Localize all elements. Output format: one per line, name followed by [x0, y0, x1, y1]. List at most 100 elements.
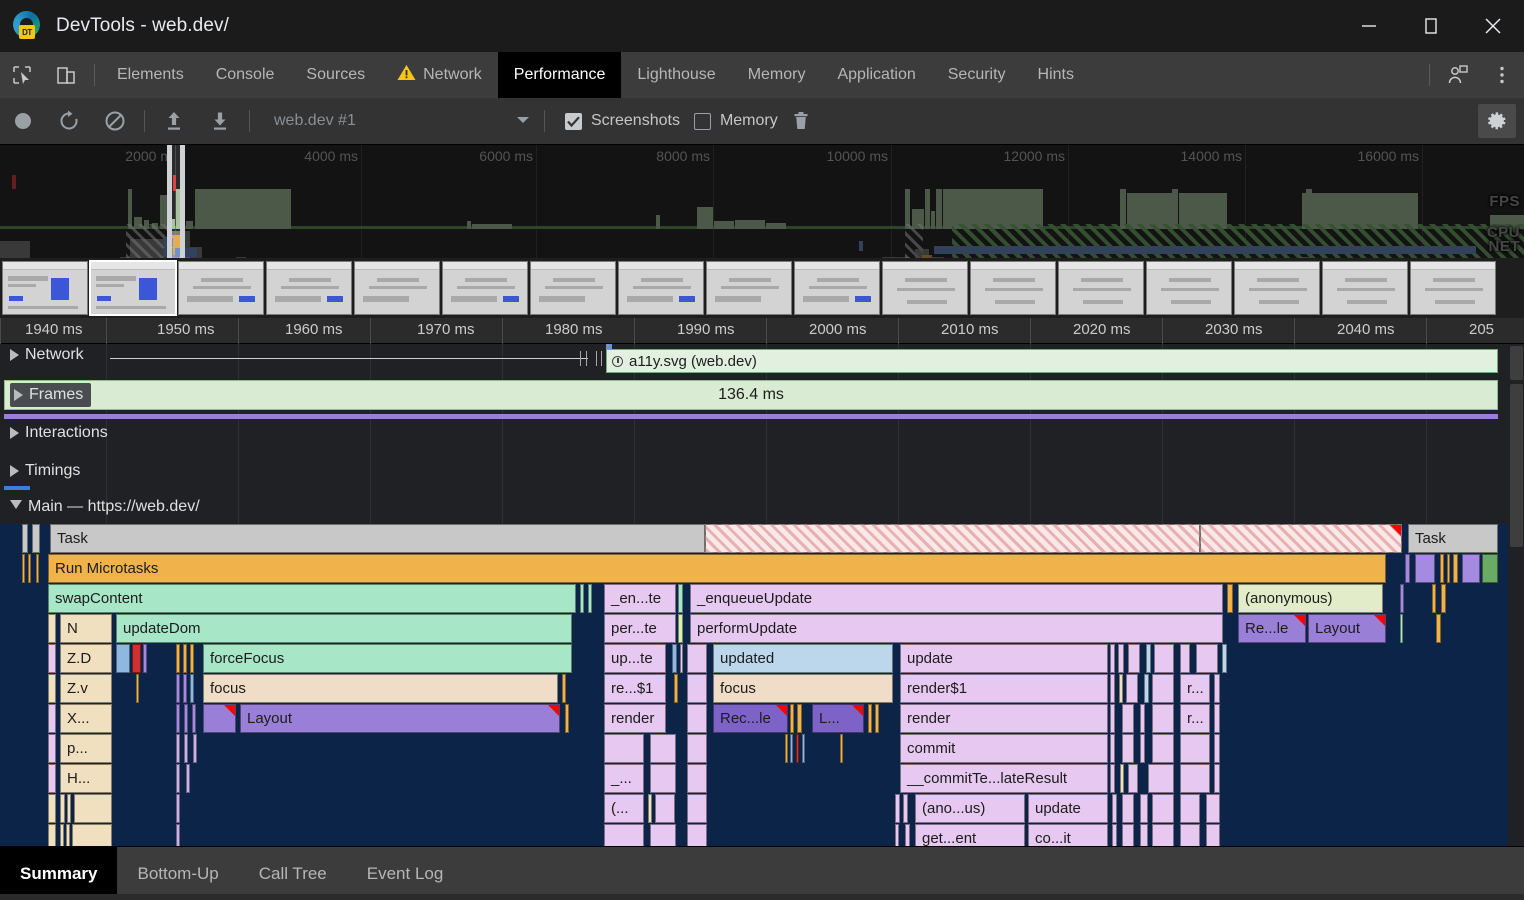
flame-bar-sliver[interactable] — [192, 704, 196, 733]
recording-select[interactable]: web.dev #1 — [266, 107, 538, 135]
flame-bar-sliver[interactable] — [48, 764, 56, 793]
flame-bar[interactable]: performUpdate — [690, 614, 1223, 643]
flame-bar-sliver[interactable] — [1214, 704, 1220, 733]
flame-bar[interactable]: _en...te — [604, 584, 676, 613]
flame-bar[interactable]: Rec...le — [713, 704, 788, 733]
flame-bar-sliver[interactable] — [1206, 794, 1220, 823]
flame-bar-sliver[interactable] — [580, 584, 584, 613]
flame-bar-sliver[interactable] — [176, 794, 180, 823]
flame-bar-sliver[interactable] — [1214, 764, 1220, 793]
flame-bar-sliver[interactable] — [785, 734, 788, 763]
flame-bar[interactable]: Task — [50, 524, 705, 553]
flame-bar-sliver[interactable] — [705, 524, 1200, 553]
flame-bar[interactable]: Z.v — [60, 674, 112, 703]
flame-bar-sliver[interactable] — [687, 764, 707, 793]
flame-bar-sliver[interactable] — [790, 704, 794, 733]
filmstrip-frame[interactable] — [266, 261, 352, 315]
flame-bar-sliver[interactable] — [36, 554, 39, 583]
flame-bar-sliver[interactable] — [648, 794, 652, 823]
flame-bar-sliver[interactable] — [680, 644, 683, 673]
tab-elements[interactable]: Elements — [101, 52, 200, 98]
flame-bar-sliver[interactable] — [1122, 794, 1134, 823]
flame-bar-sliver[interactable] — [22, 554, 25, 583]
chevron-right-icon[interactable] — [10, 427, 19, 439]
flame-bar-sliver[interactable] — [60, 824, 64, 846]
flame-bar-sliver[interactable] — [1122, 734, 1134, 763]
flame-bar-sliver[interactable] — [868, 704, 872, 733]
flame-bar[interactable]: Layout — [240, 704, 560, 733]
flame-bar-sliver[interactable] — [1152, 734, 1174, 763]
flame-bar-sliver[interactable] — [562, 674, 566, 703]
flame-bar-sliver[interactable] — [1222, 644, 1227, 673]
flame-bar-sliver[interactable] — [203, 704, 236, 733]
tab-hints[interactable]: Hints — [1022, 52, 1090, 98]
flame-bar-sliver[interactable] — [66, 824, 70, 846]
tab-console[interactable]: Console — [200, 52, 291, 98]
flame-bar-sliver[interactable] — [74, 794, 112, 823]
drawer-tab-call-tree[interactable]: Call Tree — [239, 847, 347, 900]
track-header-interactions[interactable]: Interactions — [0, 424, 108, 442]
flame-bar-sliver[interactable] — [1152, 704, 1174, 733]
flame-bar-sliver[interactable] — [1453, 554, 1458, 583]
flame-bar-sliver[interactable] — [190, 674, 194, 703]
flame-bar-sliver[interactable] — [1140, 824, 1148, 846]
flame-bar-sliver[interactable] — [1110, 764, 1115, 793]
flame-bar-sliver[interactable] — [176, 704, 180, 733]
flame-bar[interactable]: _... — [604, 764, 644, 793]
tab-sources[interactable]: Sources — [290, 52, 381, 98]
flame-bar-sliver[interactable] — [48, 614, 56, 643]
track-header-frames[interactable]: Frames — [0, 383, 92, 407]
chevron-down-icon[interactable] — [10, 499, 22, 515]
flame-bar-sliver[interactable] — [186, 764, 190, 793]
track-main[interactable]: Main — https://web.dev/ — [0, 486, 1524, 526]
flame-bar-sliver[interactable] — [650, 824, 676, 846]
flame-bar[interactable]: co...it — [1028, 824, 1108, 846]
flame-bar-sliver[interactable] — [1140, 794, 1148, 823]
overview-pane[interactable]: 2000 m 4000 ms 6000 ms 8000 ms 10000 ms … — [0, 145, 1524, 258]
flame-bar-sliver[interactable] — [183, 674, 187, 703]
flame-bar-sliver[interactable] — [136, 674, 139, 703]
flame-bar-sliver[interactable] — [678, 614, 683, 643]
filmstrip-frame[interactable] — [90, 261, 176, 315]
scrollbar-thumb[interactable] — [1510, 384, 1523, 547]
flame-bar-sliver[interactable] — [1440, 554, 1444, 583]
flame-bar-sliver[interactable] — [1152, 824, 1174, 846]
flame-bar-sliver[interactable] — [903, 794, 908, 823]
maximize-button[interactable] — [1400, 0, 1462, 52]
flame-bar[interactable]: up...te — [604, 644, 666, 673]
flame-bar-sliver[interactable] — [1206, 824, 1220, 846]
flame-bar-sliver[interactable] — [687, 674, 707, 703]
track-header-network[interactable]: Network — [0, 346, 84, 364]
flame-bar-sliver[interactable] — [797, 704, 802, 733]
flame-bar[interactable]: H... — [60, 764, 112, 793]
flame-bar-sliver[interactable] — [1482, 554, 1498, 583]
reload-record-icon[interactable] — [46, 98, 92, 145]
flame-bar-sliver[interactable] — [1154, 644, 1174, 673]
flame-bar[interactable]: render$1 — [900, 674, 1108, 703]
flame-bar[interactable]: (... — [604, 794, 644, 823]
flame-bar[interactable]: Layout — [1308, 614, 1386, 643]
flame-bar-sliver[interactable] — [790, 734, 793, 763]
flame-bar[interactable]: updateDom — [116, 614, 572, 643]
flame-bar[interactable]: (ano...us) — [915, 794, 1025, 823]
clear-prohibited-icon[interactable] — [92, 98, 138, 145]
flame-bar-sliver[interactable] — [190, 644, 194, 673]
filmstrip-frame[interactable] — [354, 261, 440, 315]
user-share-icon[interactable] — [1436, 52, 1480, 98]
flame-bar-sliver[interactable] — [1140, 734, 1145, 763]
flame-bar-sliver[interactable] — [604, 824, 644, 846]
track-header-timings[interactable]: Timings — [0, 462, 80, 480]
flame-bar-sliver[interactable] — [895, 824, 899, 846]
flame-bar-sliver[interactable] — [48, 674, 56, 703]
flame-bar-sliver[interactable] — [905, 824, 910, 846]
download-arrow-icon[interactable] — [197, 98, 243, 145]
flame-bar[interactable]: commit — [900, 734, 1108, 763]
network-request-bar[interactable]: a11y.svg (web.dev) — [606, 349, 1498, 373]
inspect-cursor-icon[interactable] — [0, 52, 44, 98]
flame-bar[interactable]: render — [900, 704, 1108, 733]
filmstrip-frame[interactable] — [530, 261, 616, 315]
flame-bar[interactable]: focus — [203, 674, 558, 703]
flame-bar-sliver[interactable] — [67, 794, 71, 823]
flame-bar[interactable]: forceFocus — [203, 644, 572, 673]
overview-window-handle-right[interactable] — [180, 145, 185, 258]
